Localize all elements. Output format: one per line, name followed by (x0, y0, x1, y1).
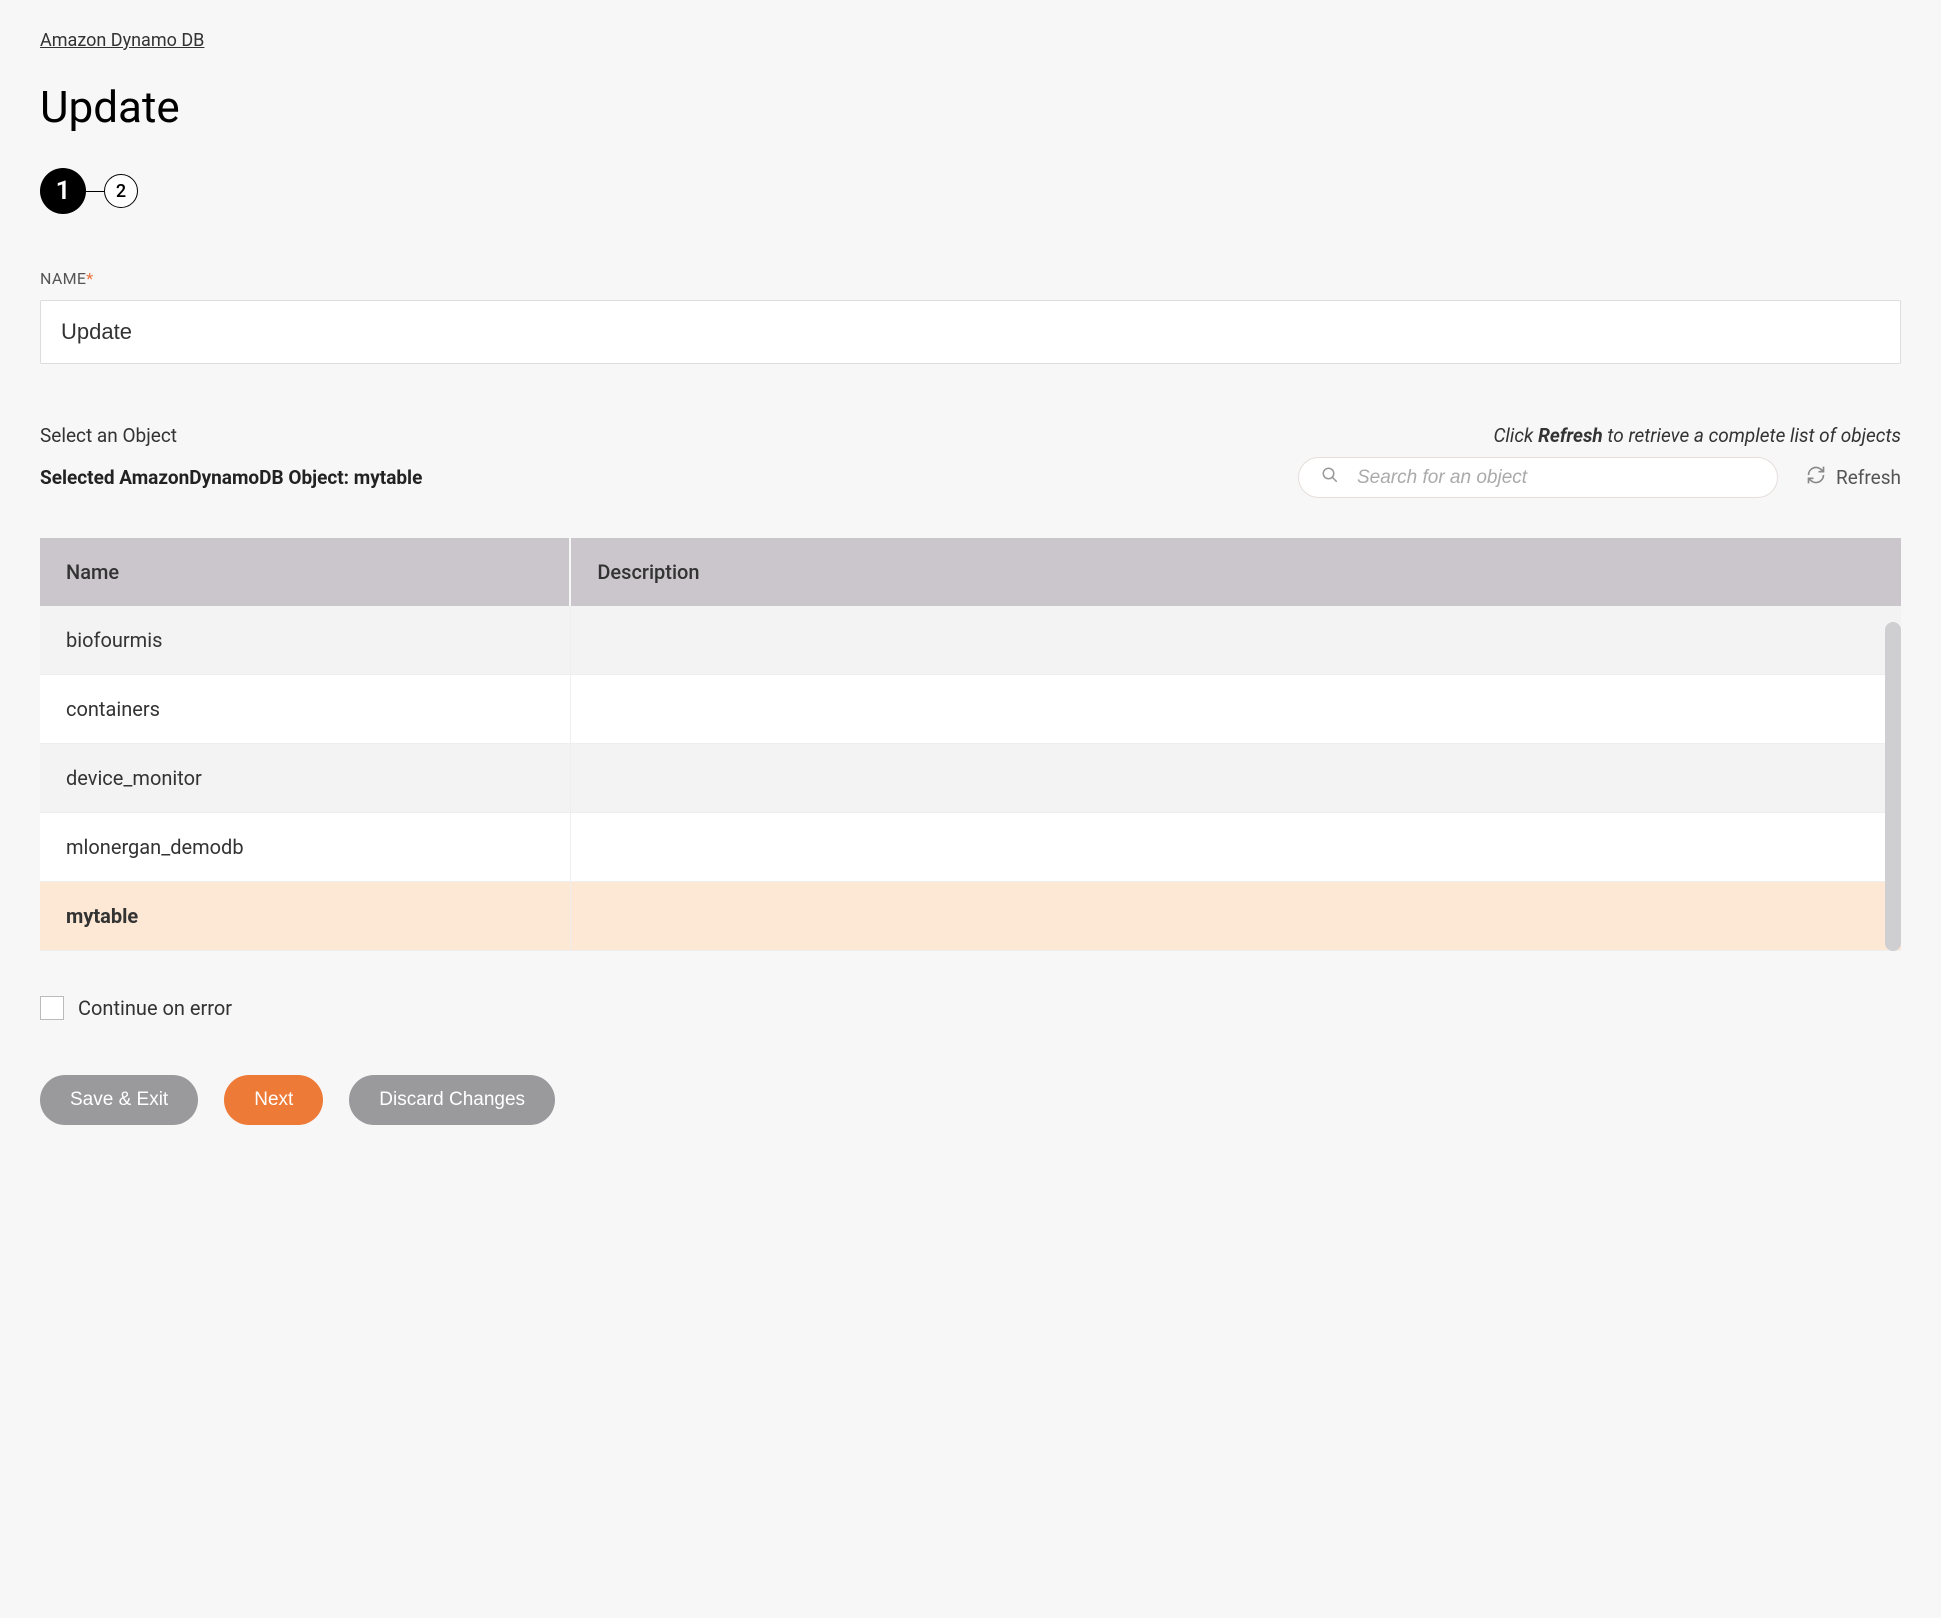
cell-description (570, 606, 1901, 675)
table-row[interactable]: containers (40, 675, 1901, 744)
cell-name: device_monitor (40, 744, 570, 813)
refresh-label: Refresh (1836, 466, 1901, 489)
search-icon (1321, 466, 1339, 489)
column-header-name[interactable]: Name (40, 538, 570, 606)
object-table: Name Description biofourmiscontainersdev… (40, 538, 1901, 951)
cell-description (570, 813, 1901, 882)
continue-on-error-checkbox[interactable] (40, 996, 64, 1020)
search-box[interactable] (1298, 457, 1778, 498)
refresh-button[interactable]: Refresh (1806, 465, 1901, 490)
cell-name: containers (40, 675, 570, 744)
object-table-container: Name Description biofourmiscontainersdev… (40, 538, 1901, 951)
breadcrumb-link[interactable]: Amazon Dynamo DB (40, 30, 204, 51)
selected-object-label: Selected AmazonDynamoDB Object: mytable (40, 466, 422, 489)
cell-name: mytable (40, 882, 570, 951)
table-row[interactable]: device_monitor (40, 744, 1901, 813)
scrollbar-thumb[interactable] (1885, 622, 1901, 951)
search-input[interactable] (1357, 467, 1755, 489)
name-input[interactable] (40, 300, 1901, 364)
refresh-icon (1806, 465, 1826, 490)
cell-description (570, 744, 1901, 813)
table-row[interactable]: biofourmis (40, 606, 1901, 675)
cell-description (570, 675, 1901, 744)
next-button[interactable]: Next (224, 1075, 323, 1125)
continue-on-error-label: Continue on error (78, 996, 232, 1020)
column-header-description[interactable]: Description (570, 538, 1901, 606)
cell-description (570, 882, 1901, 951)
table-row[interactable]: mytable (40, 882, 1901, 951)
stepper: 1 2 (40, 168, 1901, 214)
select-object-label: Select an Object (40, 424, 177, 447)
name-field-label: NAME* (40, 269, 1901, 288)
step-1[interactable]: 1 (40, 168, 86, 214)
table-row[interactable]: mlonergan_demodb (40, 813, 1901, 882)
step-connector (86, 191, 104, 192)
discard-changes-button[interactable]: Discard Changes (349, 1075, 555, 1125)
refresh-hint: Click Refresh to retrieve a complete lis… (1493, 424, 1901, 447)
cell-name: biofourmis (40, 606, 570, 675)
page-title: Update (40, 81, 1901, 133)
step-2[interactable]: 2 (104, 174, 138, 208)
cell-name: mlonergan_demodb (40, 813, 570, 882)
save-exit-button[interactable]: Save & Exit (40, 1075, 198, 1125)
